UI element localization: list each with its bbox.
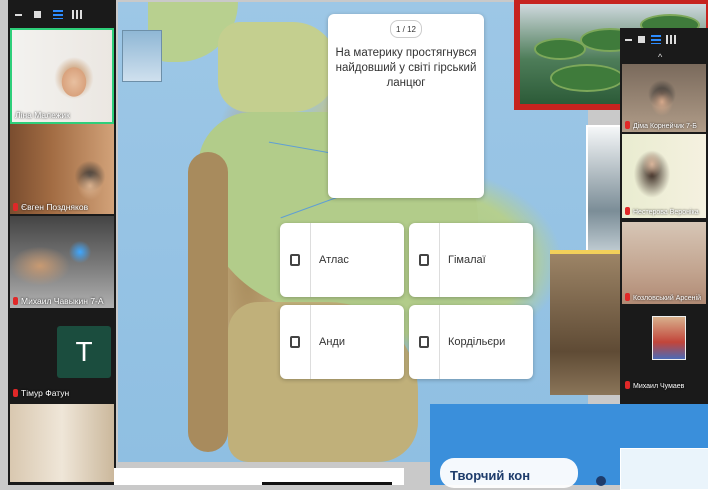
participant-tile[interactable]: Козловський Арсеній <box>622 222 706 304</box>
chevron-up-icon[interactable]: ^ <box>658 52 662 62</box>
lily-pad <box>550 64 624 92</box>
question-text: На материку простягнувся найдовший у сві… <box>335 47 477 89</box>
answer-label: Атлас <box>319 254 349 266</box>
participant-tile[interactable]: Михаил Чавыкин 7-А <box>10 216 114 308</box>
speaker-view-icon[interactable] <box>651 35 661 44</box>
mic-muted-icon <box>13 203 18 211</box>
video-toolbar <box>620 28 708 52</box>
question-card: 1 / 12 На материку простягнувся найдовши… <box>328 14 484 198</box>
slide-frame <box>620 448 708 490</box>
lily-pad <box>534 38 586 60</box>
answer-label: Анди <box>319 336 345 348</box>
participant-name: Тімур Фатун <box>13 388 69 398</box>
participant-name: Козловський Арсеній <box>625 293 701 302</box>
rocks-photo <box>550 250 622 395</box>
participant-tile[interactable]: Нестерова Вероніка <box>622 134 706 218</box>
map-land <box>218 22 338 112</box>
minimize-icon[interactable] <box>15 14 22 16</box>
participants-panel-left: Ліна Малежик Євген Поздняков Михаил Чавы… <box>8 0 116 485</box>
video-toolbar <box>8 0 116 26</box>
gallery-view-icon[interactable] <box>666 35 676 44</box>
minimize-icon[interactable] <box>625 39 632 41</box>
participant-name: Нестерова Вероніка <box>625 207 699 216</box>
next-slide-preview: Творчий кон <box>430 404 708 490</box>
avatar <box>652 316 686 360</box>
answer-option[interactable]: Атлас <box>280 223 404 297</box>
gallery-view-icon[interactable] <box>72 10 82 19</box>
mic-muted-icon <box>625 207 630 215</box>
answer-option[interactable]: Гімалаї <box>409 223 533 297</box>
slide-title: Творчий кон <box>450 468 531 483</box>
participant-name: Ліна Малежик <box>15 110 70 120</box>
participant-name: Євген Поздняков <box>13 202 88 212</box>
stop-icon[interactable] <box>638 36 645 43</box>
participant-tile[interactable]: Ліна Малежик <box>10 28 114 124</box>
answer-label: Кордільєри <box>448 336 506 348</box>
answer-label: Гімалаї <box>448 254 486 266</box>
participant-tile[interactable]: Діма Корнейчик 7-Б <box>622 64 706 132</box>
participant-tile[interactable]: T Тімур Фатун <box>10 318 114 400</box>
mic-muted-icon <box>13 297 18 305</box>
mic-muted-icon <box>13 389 18 397</box>
question-counter: 1 / 12 <box>390 20 422 38</box>
island-picture <box>122 30 162 82</box>
option-marker-icon <box>280 223 311 297</box>
participant-tile[interactable]: Михаил Чумаев <box>622 310 706 392</box>
participant-name: Михаил Чавыкин 7-А <box>13 296 104 306</box>
stop-icon[interactable] <box>34 11 41 18</box>
participant-tile[interactable]: Євген Поздняков <box>10 124 114 214</box>
option-marker-icon <box>409 305 440 379</box>
participant-name: Діма Корнейчик 7-Б <box>625 121 697 130</box>
mic-muted-icon <box>625 381 630 389</box>
andes-ridge <box>188 152 228 452</box>
option-marker-icon <box>409 223 440 297</box>
mic-muted-icon <box>625 293 630 301</box>
speaker-view-icon[interactable] <box>53 10 63 19</box>
participant-name: Михаил Чумаев <box>625 381 684 390</box>
avatar: T <box>57 326 111 378</box>
answer-option[interactable]: Анди <box>280 305 404 379</box>
answer-option[interactable]: Кордільєри <box>409 305 533 379</box>
participant-tile[interactable] <box>10 404 114 482</box>
option-marker-icon <box>280 305 311 379</box>
mic-muted-icon <box>625 121 630 129</box>
participants-panel-right: ^ Діма Корнейчик 7-Б Нестерова Вероніка … <box>620 28 708 404</box>
